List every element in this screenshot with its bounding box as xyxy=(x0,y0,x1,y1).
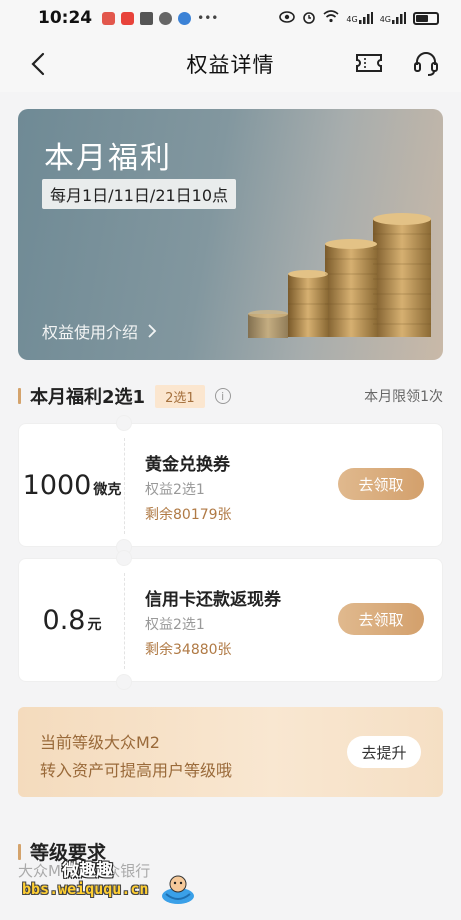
benefit-intro-link[interactable]: 权益使用介绍 xyxy=(42,319,157,343)
card-notch xyxy=(116,674,132,690)
banner-title: 本月福利 xyxy=(44,141,172,176)
wifi-icon xyxy=(323,10,339,26)
ticket-icon xyxy=(356,54,382,72)
amount-unit: 元 xyxy=(87,617,102,633)
benefit-remaining: 剩余80179张 xyxy=(145,507,232,523)
nav-bar: 权益详情 xyxy=(0,36,461,92)
page-title: 权益详情 xyxy=(186,53,275,77)
amount-value: 1000 xyxy=(22,469,92,501)
claim-button[interactable]: 去领取 xyxy=(338,468,424,500)
section-title: 本月福利2选1 xyxy=(30,387,146,408)
benefit-intro-label: 权益使用介绍 xyxy=(42,323,139,342)
more-notifications-icon: ••• xyxy=(197,11,219,25)
benefit-card-gold: 1000 微克 黄金兑换券 权益2选1 剩余80179张 去领取 xyxy=(18,415,443,555)
wechat-notification-icon xyxy=(159,11,173,25)
card-notch xyxy=(116,550,132,566)
alarm-icon xyxy=(302,10,316,27)
monthly-limit-note: 本月限领1次 xyxy=(364,389,443,405)
benefit-amount: 1000 微克 xyxy=(19,424,125,546)
watermark: 微趣趣 bbs.weiququ.cn xyxy=(20,856,200,916)
info-icon[interactable]: i xyxy=(214,388,231,404)
customer-service-button[interactable] xyxy=(413,50,439,82)
amount-value: 0.8 xyxy=(42,604,86,636)
section-accent-bar xyxy=(18,388,21,404)
back-button[interactable] xyxy=(24,50,52,78)
claim-button[interactable]: 去领取 xyxy=(338,603,424,635)
section-heading: 本月福利2选1 2选1 i 本月限领1次 xyxy=(18,384,443,408)
headset-icon xyxy=(414,52,438,76)
choose-one-chip: 2选1 xyxy=(155,384,205,408)
watermark-url: bbs.weiququ.cn xyxy=(22,880,149,898)
amount-unit: 微克 xyxy=(93,482,122,498)
chevron-left-icon xyxy=(31,52,45,76)
weibo-notification-icon xyxy=(102,11,116,25)
status-left: 10:24 ••• xyxy=(38,8,218,28)
card-notch xyxy=(116,415,132,431)
benefit-sub: 权益2选1 xyxy=(145,617,205,633)
battery-icon xyxy=(413,11,439,25)
level-upgrade-banner: 当前等级大众M2 转入资产可提高用户等级哦 去提升 xyxy=(18,707,443,797)
signal-label-2: 4G xyxy=(379,15,391,24)
mascot-icon xyxy=(162,875,194,904)
banner-schedule: 每月1日/11日/21日10点 xyxy=(42,179,237,209)
benefit-remaining: 剩余34880张 xyxy=(145,642,232,658)
benefit-amount: 0.8 元 xyxy=(19,559,125,681)
status-bar: 10:24 ••• 4G 4G xyxy=(0,0,461,36)
coupon-button[interactable] xyxy=(355,52,383,78)
status-right: 4G 4G xyxy=(279,10,439,27)
signal-icon-2: 4G xyxy=(380,12,406,24)
current-level-text: 当前等级大众M2 xyxy=(40,733,160,752)
chevron-right-icon xyxy=(148,324,157,338)
browser-notification-icon xyxy=(178,11,192,25)
coins-illustration xyxy=(248,213,431,338)
benefit-card-cashback: 0.8 元 信用卡还款返现券 权益2选1 剩余34880张 去领取 xyxy=(18,550,443,690)
status-time: 10:24 xyxy=(38,8,93,28)
watermark-title: 微趣趣 xyxy=(62,861,113,881)
card-divider xyxy=(124,573,125,669)
signal-label-1: 4G xyxy=(346,15,358,24)
card-divider xyxy=(124,438,125,534)
benefit-name: 信用卡还款返现券 xyxy=(145,590,281,610)
upgrade-hint-text: 转入资产可提高用户等级哦 xyxy=(40,761,233,780)
app-notification-icon xyxy=(121,11,135,25)
eye-icon xyxy=(279,10,296,26)
benefit-sub: 权益2选1 xyxy=(145,482,205,498)
signal-icon-1: 4G xyxy=(346,12,373,24)
monthly-benefit-banner: 本月福利 每月1日/11日/21日10点 权益使用介绍 xyxy=(18,109,443,360)
benefit-name: 黄金兑换券 xyxy=(145,455,230,475)
upgrade-button[interactable]: 去提升 xyxy=(347,736,421,768)
text-notification-icon xyxy=(140,11,154,25)
